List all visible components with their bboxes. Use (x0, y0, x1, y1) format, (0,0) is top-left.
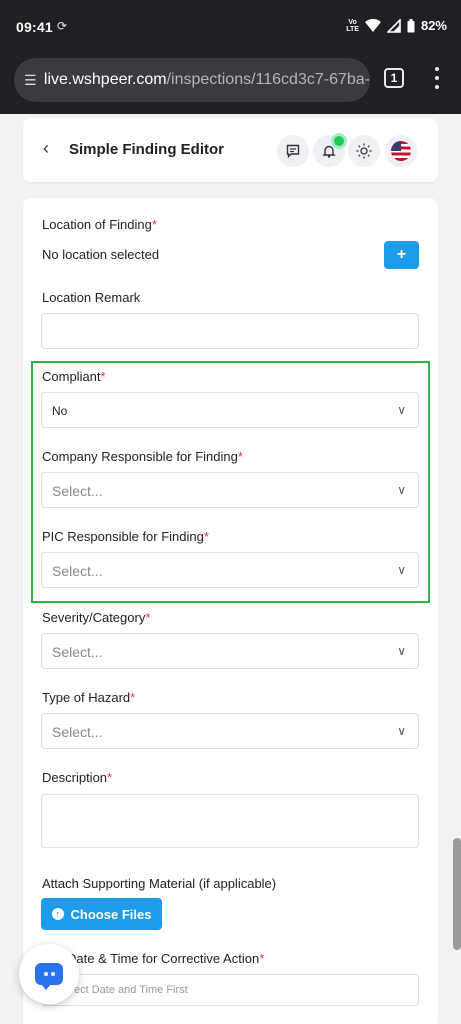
hazard-type-label: Type of Hazard* (42, 690, 136, 705)
chevron-down-icon: ∨ (397, 483, 406, 497)
severity-placeholder: Select... (52, 644, 103, 660)
wifi-icon (364, 18, 381, 32)
chevron-down-icon: ∨ (397, 563, 406, 577)
upload-icon: ↑ (51, 908, 64, 920)
comment-icon (286, 144, 300, 158)
editor-header: ‹ Simple Finding Editor (23, 118, 438, 182)
browser-menu-icon[interactable] (428, 64, 446, 92)
location-label: Location of Finding* (42, 217, 157, 232)
battery-icon (407, 18, 415, 32)
scrollbar-thumb[interactable] (453, 838, 461, 950)
description-label: Description* (42, 770, 113, 785)
due-date-input[interactable]: ect Date and Time First (41, 974, 419, 1006)
pic-responsible-label: PIC Responsible for Finding* (42, 529, 209, 544)
location-remark-label: Location Remark (42, 290, 141, 305)
attachments-label: Attach Supporting Material (if applicabl… (42, 876, 277, 891)
page-title: Simple Finding Editor (69, 141, 224, 158)
us-flag-icon (391, 141, 411, 161)
url-field[interactable]: ☰ live.wshpeer.com/inspections/116cd3c7-… (14, 58, 370, 102)
compliant-value: No (52, 404, 68, 418)
severity-select[interactable]: Select... ∨ (41, 633, 419, 669)
location-value: No location selected (42, 247, 160, 262)
comment-button[interactable] (277, 135, 309, 167)
signal-icon (386, 18, 401, 33)
chevron-down-icon: ∨ (397, 644, 406, 658)
pic-responsible-placeholder: Select... (52, 563, 103, 579)
sync-icon: ⟳ (57, 19, 68, 33)
status-bar: 09:41 ⟳ Vo LTE 82% (0, 0, 461, 56)
hazard-type-placeholder: Select... (52, 724, 103, 740)
theme-toggle-button[interactable] (348, 135, 380, 167)
battery-level: 82% (420, 18, 447, 33)
choose-files-button[interactable]: ↑ Choose Files (41, 898, 162, 930)
tab-switcher-button[interactable]: 1 (384, 68, 404, 88)
add-location-button[interactable]: + (384, 241, 419, 269)
compliant-label: Compliant* (42, 369, 106, 384)
chevron-down-icon: ∨ (397, 403, 406, 417)
url-host: live.wshpeer.com (43, 71, 167, 88)
chat-icon (35, 963, 63, 990)
url-path: /inspections/116cd3c7-67ba- (166, 71, 370, 88)
site-settings-icon[interactable]: ☰ (24, 72, 38, 89)
language-button[interactable] (385, 135, 417, 167)
hazard-type-select[interactable]: Select... ∨ (41, 713, 419, 749)
compliant-select[interactable]: No ∨ (41, 392, 419, 428)
company-responsible-select[interactable]: Select... ∨ (41, 472, 419, 508)
due-date-label: Date & Time for Corrective Action* (67, 951, 265, 966)
status-time: 09:41 (16, 19, 53, 35)
chevron-down-icon: ∨ (397, 724, 406, 738)
location-remark-input[interactable] (41, 313, 419, 349)
chat-button[interactable] (19, 944, 79, 1004)
company-responsible-label: Company Responsible for Finding* (42, 449, 243, 464)
pic-responsible-select[interactable]: Select... ∨ (41, 552, 419, 588)
severity-label: Severity/Category* (42, 610, 151, 625)
browser-toolbar: ☰ live.wshpeer.com/inspections/116cd3c7-… (0, 56, 461, 114)
choose-files-label: Choose Files (70, 906, 152, 922)
description-textarea[interactable] (41, 794, 419, 848)
sun-icon (356, 143, 372, 159)
back-icon[interactable]: ‹ (43, 138, 49, 159)
network-type: Vo LTE (346, 18, 359, 33)
company-responsible-placeholder: Select... (52, 483, 103, 499)
notification-button[interactable] (313, 133, 347, 167)
notification-badge (331, 133, 347, 149)
status-indicators: Vo LTE 82% (346, 18, 447, 33)
